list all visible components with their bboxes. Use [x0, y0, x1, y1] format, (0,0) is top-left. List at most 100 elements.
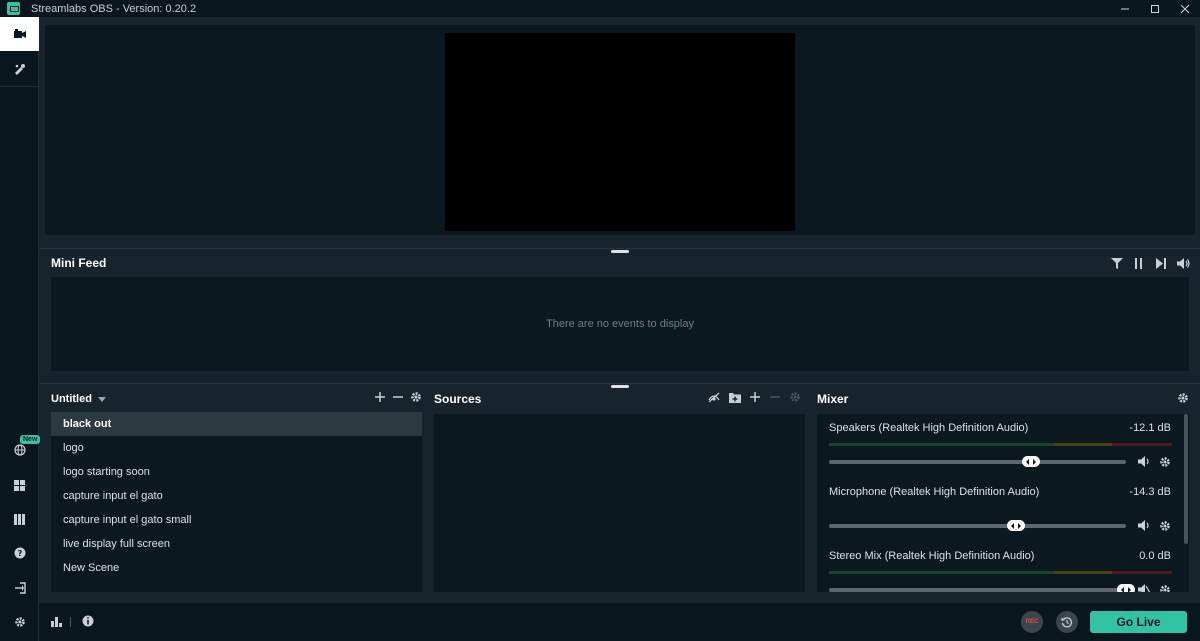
volume-icon: [1176, 257, 1190, 269]
preview-resize-handle[interactable]: [611, 250, 629, 253]
footer-bar: REC Go Live: [39, 603, 1200, 641]
volume-icon[interactable]: [1138, 520, 1151, 531]
svg-text:?: ?: [17, 549, 22, 558]
minifeed-resize-handle[interactable]: [611, 385, 629, 388]
nav-themes[interactable]: [0, 52, 39, 86]
pause-icon: [1135, 257, 1142, 269]
nav-library[interactable]: [0, 502, 39, 536]
nav-divider: [0, 86, 39, 87]
nav-layout[interactable]: [0, 468, 39, 502]
filter-icon: [1111, 257, 1123, 269]
audio-controls: [1138, 584, 1171, 592]
themes-icon: [14, 64, 25, 75]
sources-list: [434, 414, 805, 592]
divider: [39, 248, 1200, 249]
scene-item[interactable]: black out: [51, 412, 422, 436]
minimize-button[interactable]: [1110, 0, 1140, 17]
add-source-icon[interactable]: [749, 391, 761, 403]
mixer-settings-icon[interactable]: [1177, 392, 1189, 404]
scene-item[interactable]: logo: [51, 436, 422, 460]
mixer-item: Microphone (Realtek High Definition Audi…: [817, 478, 1189, 542]
nav-help[interactable]: ?: [0, 536, 39, 570]
close-button[interactable]: [1170, 0, 1200, 17]
nav-login[interactable]: [0, 571, 39, 605]
remove-scene-icon[interactable]: [392, 391, 404, 403]
empty-events-message: There are no events to display: [546, 318, 694, 330]
title-bar: Streamlabs OBS - Version: 0.20.2: [0, 0, 1200, 17]
source-settings-icon[interactable]: [789, 391, 801, 403]
volume-slider[interactable]: [829, 456, 1126, 467]
scene-item[interactable]: New Scene: [51, 556, 422, 580]
volume-slider-thumb[interactable]: [1021, 456, 1040, 467]
scene-item[interactable]: live display full screen: [51, 532, 422, 556]
scene-collection-dropdown[interactable]: Untitled: [51, 393, 106, 405]
minifeed-title: Mini Feed: [51, 256, 107, 270]
volume-slider-thumb[interactable]: [1007, 520, 1026, 531]
streamlabs-logo-icon: [7, 2, 20, 15]
preview-canvas[interactable]: [445, 33, 795, 231]
volume-meter: [829, 443, 1172, 446]
record-label: REC: [1025, 619, 1039, 625]
settings-icon: [14, 617, 25, 627]
audio-settings-icon[interactable]: [1159, 520, 1171, 532]
audio-settings-icon[interactable]: [1159, 584, 1171, 592]
studio-mode-icon: [13, 29, 26, 38]
mixer-item: Stereo Mix (Realtek High Definition Audi…: [817, 542, 1189, 592]
pause-button[interactable]: [1132, 256, 1146, 270]
audio-controls: [1138, 520, 1171, 532]
mixer-list: Speakers (Realtek High Definition Audio)…: [817, 414, 1189, 592]
scene-item[interactable]: logo starting soon: [51, 460, 422, 484]
volume-slider-thumb[interactable]: [1117, 584, 1135, 592]
remove-source-icon[interactable]: [769, 391, 781, 403]
maximize-button[interactable]: [1140, 0, 1170, 17]
minifeed-content: There are no events to display: [51, 277, 1189, 371]
source-controls: [708, 391, 801, 403]
audio-db-value: 0.0 dB: [1139, 550, 1171, 562]
mute-button[interactable]: [1176, 256, 1190, 270]
add-scene-icon[interactable]: [374, 391, 386, 403]
chevron-down-icon: [97, 396, 106, 402]
left-navigation: New ?: [0, 17, 41, 641]
scene-item[interactable]: capture input el gato small: [51, 508, 422, 532]
globe-icon: [13, 444, 26, 456]
nav-settings[interactable]: [0, 605, 39, 639]
window-controls: [1110, 0, 1200, 17]
info-icon[interactable]: [82, 615, 94, 627]
record-button[interactable]: REC: [1021, 611, 1043, 633]
mixer-scrollbar[interactable]: [1184, 414, 1188, 544]
performance-stats-icon[interactable]: [51, 616, 63, 627]
scenes-header: Untitled: [51, 391, 422, 405]
nav-studio-editor[interactable]: [0, 17, 39, 51]
sources-title: Sources: [434, 392, 482, 406]
volume-muted-icon[interactable]: [1138, 584, 1151, 592]
footer-divider: [70, 617, 71, 627]
library-icon: [14, 513, 25, 525]
filter-button[interactable]: [1110, 256, 1124, 270]
scene-collection-name: Untitled: [51, 393, 92, 405]
layout-icon: [14, 479, 25, 491]
scene-item[interactable]: capture input el gato: [51, 484, 422, 508]
volume-icon[interactable]: [1138, 456, 1151, 467]
audio-source-name: Speakers (Realtek High Definition Audio): [829, 422, 1029, 434]
volume-slider[interactable]: [829, 520, 1126, 531]
source-filter-icon[interactable]: [708, 391, 721, 403]
audio-db-value: -14.3 dB: [1129, 486, 1171, 498]
skip-button[interactable]: [1154, 256, 1168, 270]
minifeed-controls: [1110, 256, 1190, 270]
replay-icon: [1061, 617, 1073, 628]
audio-db-value: -12.1 dB: [1129, 422, 1171, 434]
volume-meter: [829, 571, 1172, 574]
replay-buffer-button[interactable]: [1056, 611, 1078, 633]
nav-globe[interactable]: [0, 433, 39, 467]
volume-slider[interactable]: [829, 584, 1135, 592]
help-icon: ?: [14, 547, 25, 559]
divider: [39, 383, 1200, 384]
go-live-button[interactable]: Go Live: [1090, 611, 1187, 633]
audio-controls: [1138, 456, 1171, 468]
audio-settings-icon[interactable]: [1159, 456, 1171, 468]
studio-preview: [45, 25, 1195, 235]
add-folder-icon[interactable]: [729, 392, 741, 403]
scene-controls: [374, 391, 422, 403]
scene-settings-icon[interactable]: [410, 391, 422, 403]
audio-source-name: Stereo Mix (Realtek High Definition Audi…: [829, 550, 1035, 562]
